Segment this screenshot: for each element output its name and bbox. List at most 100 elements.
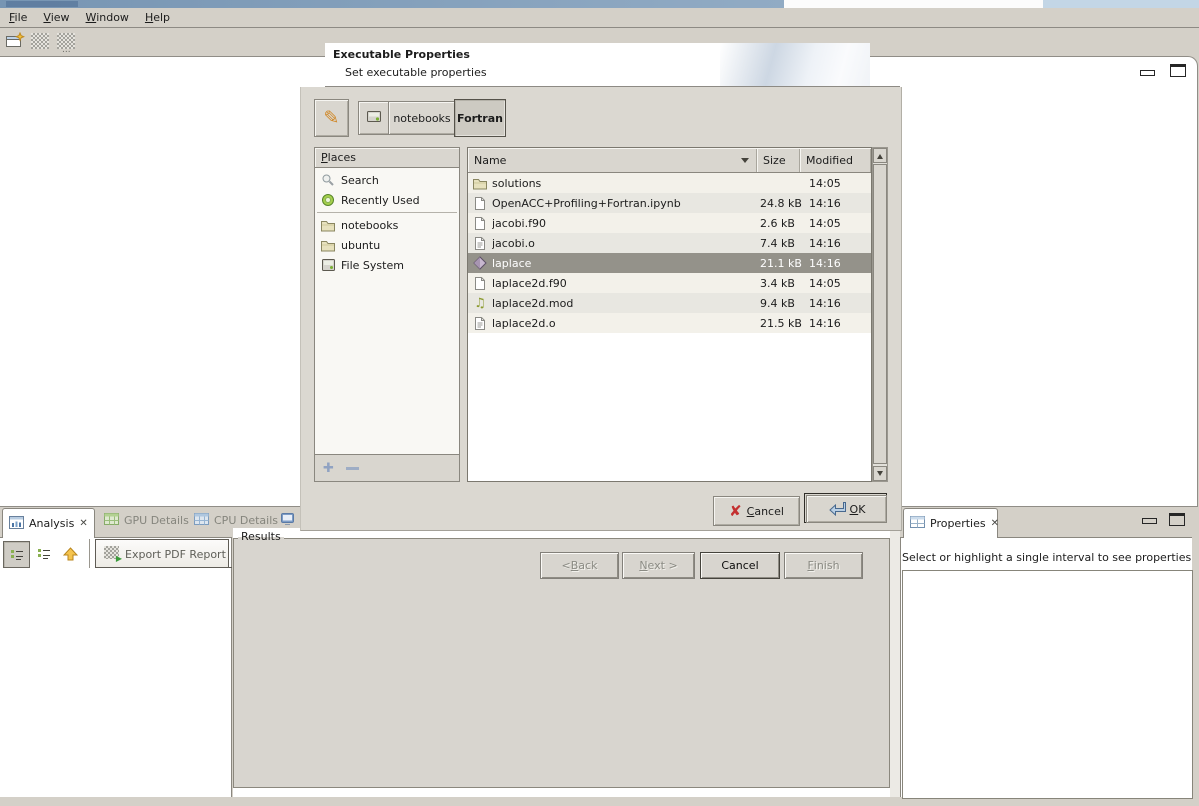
drive-icon <box>366 109 382 127</box>
file-row-jacobi-o[interactable]: jacobi.o 7.4 kB 14:16 <box>468 233 871 253</box>
tab-gpu-details[interactable]: GPU Details <box>100 513 193 528</box>
analysis-list-alt-button[interactable] <box>31 541 56 566</box>
place-recently-used[interactable]: Recently Used <box>315 190 459 210</box>
file-icon <box>468 196 492 211</box>
panel-gap <box>890 505 900 797</box>
wizard-cancel-button[interactable]: Cancel <box>700 552 780 579</box>
titlebar-segment <box>6 1 78 7</box>
close-icon[interactable]: ✕ <box>79 518 87 529</box>
folder-icon <box>319 219 337 232</box>
sort-desc-icon <box>741 158 749 167</box>
column-header-name[interactable]: Name <box>468 148 757 172</box>
minimize-icon[interactable] <box>1140 70 1155 76</box>
application-window: File View Window Help ... Executable Pro… <box>0 0 1199 806</box>
place-ubuntu[interactable]: ubuntu <box>315 235 459 255</box>
places-separator <box>317 212 457 213</box>
ok-arrow-icon <box>828 500 846 519</box>
tab-cpu-details[interactable]: CPU Details <box>190 513 282 528</box>
wizard-header: Executable Properties Set executable pro… <box>325 43 870 86</box>
chooser-ok-button[interactable]: OK <box>804 493 887 523</box>
menu-window[interactable]: Window <box>79 9 136 26</box>
file-row-solutions[interactable]: solutions 14:05 <box>468 173 871 193</box>
overflow-dots: ... <box>62 45 71 55</box>
menu-file[interactable]: File <box>2 9 34 26</box>
gpu-details-icon <box>104 513 119 528</box>
analysis-list-view-button[interactable] <box>3 541 30 568</box>
cancel-x-icon: ✘ <box>729 502 742 520</box>
properties-empty-box <box>902 570 1193 799</box>
scroll-up-button[interactable] <box>873 148 887 163</box>
analysis-panel: ▶ Export PDF Report <box>0 537 232 797</box>
disabled-toolbar-icon <box>31 33 49 49</box>
minimize-icon[interactable] <box>1142 518 1157 524</box>
place-file-system[interactable]: File System <box>315 255 459 275</box>
path-button-fortran[interactable]: Fortran <box>454 99 506 137</box>
object-file-icon <box>468 316 492 331</box>
maximize-icon[interactable] <box>1170 64 1186 77</box>
back-button[interactable]: < Back <box>540 552 619 579</box>
close-icon[interactable]: ✕ <box>991 518 999 529</box>
add-place-button[interactable]: ✚ <box>323 461 334 476</box>
filesystem-drive-icon <box>319 258 337 272</box>
file-row-jacobi-f90[interactable]: jacobi.f90 2.6 kB 14:05 <box>468 213 871 233</box>
remove-place-button[interactable] <box>346 467 359 470</box>
tab-properties[interactable]: Properties ✕ <box>903 508 998 538</box>
finish-button[interactable]: Finish <box>784 552 863 579</box>
column-header-size[interactable]: Size <box>757 148 800 172</box>
place-notebooks[interactable]: notebooks <box>315 215 459 235</box>
place-search[interactable]: Search <box>315 170 459 190</box>
file-row-laplace-selected[interactable]: laplace 21.1 kB 14:16 <box>468 253 871 273</box>
wizard-bottom-area: Results < Back Next > Cancel Finish <box>233 528 890 797</box>
properties-message: Select or highlight a single interval to… <box>902 551 1191 564</box>
menu-bar: File View Window Help <box>0 8 1199 28</box>
next-button[interactable]: Next > <box>622 552 695 579</box>
wizard-subtitle: Set executable properties <box>345 66 487 79</box>
file-icon <box>468 216 492 231</box>
module-note-icon: ♫ <box>468 296 492 311</box>
export-tab-underline <box>95 567 232 568</box>
pencil-icon: ✎ <box>324 107 340 129</box>
file-row-laplace2d-mod[interactable]: ♫ laplace2d.mod 9.4 kB 14:16 <box>468 293 871 313</box>
export-pdf-report-button[interactable]: ▶ Export PDF Report <box>95 539 229 568</box>
file-icon <box>468 276 492 291</box>
menu-help[interactable]: Help <box>138 9 177 26</box>
places-header: Places <box>314 147 460 168</box>
titlebar-segment <box>784 0 1043 8</box>
toolbar-separator <box>89 539 90 568</box>
export-pdf-icon: ▶ <box>104 546 119 562</box>
recently-used-icon <box>319 193 337 207</box>
wizard-title: Executable Properties <box>333 48 470 61</box>
file-row-ipynb[interactable]: OpenACC+Profiling+Fortran.ipynb 24.8 kB … <box>468 193 871 213</box>
file-row-laplace2d-f90[interactable]: laplace2d.f90 3.4 kB 14:05 <box>468 273 871 293</box>
analysis-icon <box>9 516 24 532</box>
titlebar-segment <box>1043 0 1199 8</box>
path-button-notebooks[interactable]: notebooks <box>388 101 456 135</box>
banner-decoration <box>720 43 870 86</box>
scroll-down-button[interactable] <box>873 466 887 481</box>
file-chooser-dialog: ✎ notebooks Fortran Places Search Recent… <box>300 87 902 531</box>
tab-analysis[interactable]: Analysis ✕ <box>2 508 95 538</box>
object-file-icon <box>468 236 492 251</box>
folder-icon <box>319 239 337 252</box>
titlebar-segment <box>0 0 784 8</box>
type-filename-toggle-button[interactable]: ✎ <box>314 99 349 137</box>
maximize-icon[interactable] <box>1169 513 1185 526</box>
places-add-remove-bar: ✚ <box>314 455 460 482</box>
properties-icon <box>910 516 925 531</box>
file-row-laplace2d-o[interactable]: laplace2d.o 21.5 kB 14:16 <box>468 313 871 333</box>
places-list: Search Recently Used notebooks ubuntu Fi… <box>314 168 460 455</box>
search-icon <box>319 173 337 187</box>
menu-view[interactable]: View <box>36 9 76 26</box>
drive-path-button[interactable] <box>358 101 390 135</box>
executable-diamond-icon <box>468 256 492 270</box>
cpu-details-icon <box>194 513 209 528</box>
file-list: Name Size Modified solutions 14:05 OpenA… <box>467 147 872 482</box>
console-icon <box>280 512 295 528</box>
scrollbar-thumb[interactable] <box>873 164 887 464</box>
column-header-modified[interactable]: Modified <box>800 148 871 172</box>
promote-up-arrow-button[interactable] <box>59 541 82 566</box>
file-list-scrollbar[interactable] <box>872 147 888 482</box>
file-list-header: Name Size Modified <box>468 148 871 173</box>
new-session-icon[interactable] <box>5 32 26 53</box>
chooser-cancel-button[interactable]: ✘ Cancel <box>713 496 800 526</box>
